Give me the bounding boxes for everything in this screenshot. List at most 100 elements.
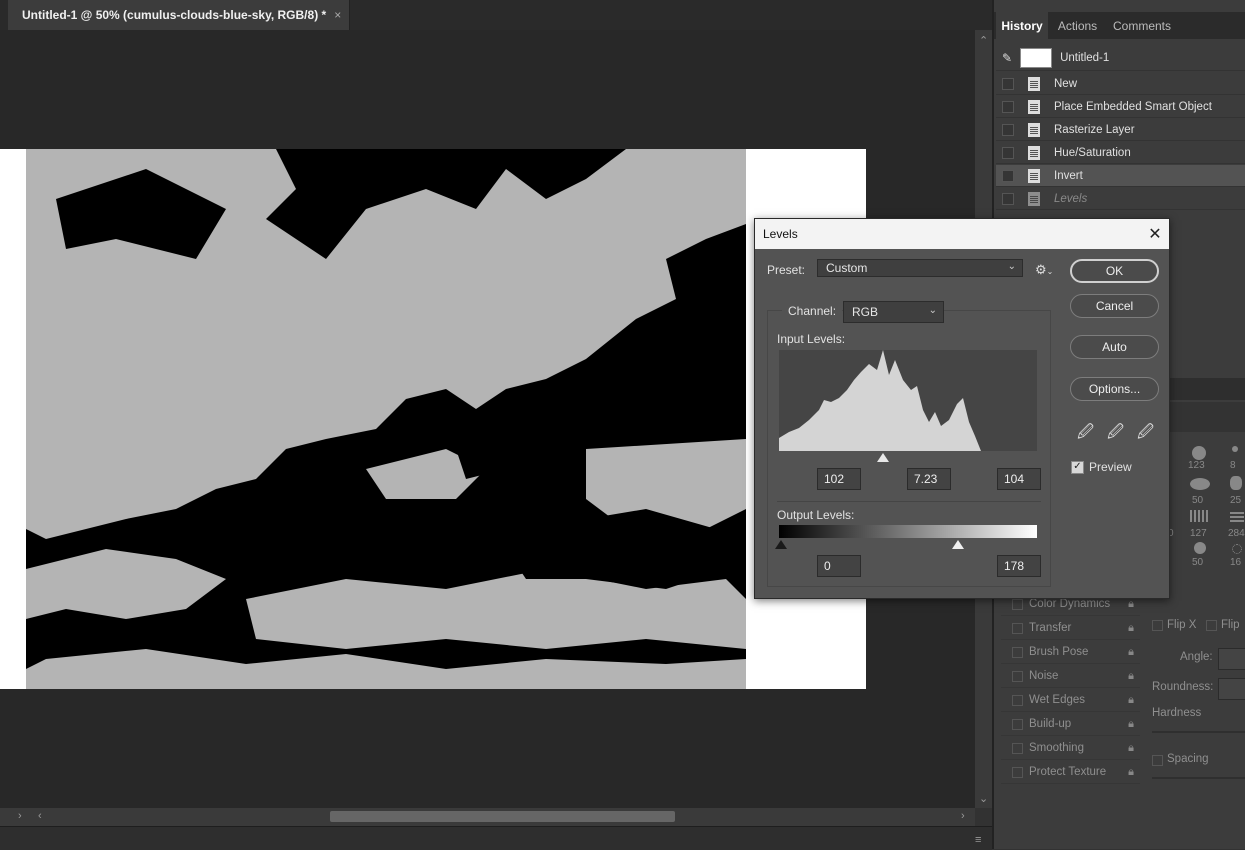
option-checkbox[interactable] — [1012, 622, 1023, 634]
brush-option-brush-pose[interactable]: Brush Pose 🔒︎ — [1001, 641, 1140, 664]
lock-icon[interactable]: 🔒︎ — [1128, 646, 1134, 659]
flip-y-checkbox[interactable] — [1206, 620, 1217, 631]
document-tab[interactable]: Untitled-1 @ 50% (cumulus-clouds-blue-sk… — [8, 0, 350, 30]
history-step[interactable]: Hue/Saturation — [996, 142, 1245, 164]
history-source-checkbox[interactable] — [1002, 100, 1014, 113]
input-gamma-slider-handle[interactable] — [877, 453, 889, 462]
options-button[interactable]: Options... — [1070, 377, 1159, 401]
channel-select[interactable]: RGB ⌄ — [843, 301, 944, 323]
brush-tip-icon[interactable] — [1230, 510, 1244, 522]
history-step[interactable]: Rasterize Layer — [996, 119, 1245, 141]
scroll-right-icon[interactable]: › — [961, 810, 965, 822]
history-source-checkbox[interactable] — [1002, 169, 1014, 182]
history-snapshot[interactable]: ✎ Untitled-1 — [996, 45, 1245, 71]
brush-tip-size: 16 — [1230, 557, 1242, 568]
option-checkbox[interactable] — [1012, 718, 1023, 730]
option-checkbox[interactable] — [1012, 598, 1023, 610]
history-step-label: Levels — [1054, 192, 1088, 205]
brush-option-protect-texture[interactable]: Protect Texture 🔒︎ — [1001, 761, 1140, 784]
brush-option-transfer[interactable]: Transfer 🔒︎ — [1001, 617, 1140, 640]
brush-option-noise[interactable]: Noise 🔒︎ — [1001, 665, 1140, 688]
history-doc-icon — [1028, 145, 1040, 160]
spacing-slider[interactable] — [1152, 777, 1245, 779]
ok-button[interactable]: OK — [1070, 259, 1159, 283]
preset-select[interactable]: Custom ⌄ — [817, 259, 1023, 277]
input-white-field[interactable]: 104 — [997, 468, 1041, 490]
history-source-checkbox[interactable] — [1002, 192, 1014, 205]
history-source-checkbox[interactable] — [1002, 77, 1014, 90]
scroll-down-icon[interactable]: ⌄ — [979, 792, 988, 805]
auto-button[interactable]: Auto — [1070, 335, 1159, 359]
history-source-checkbox[interactable] — [1002, 123, 1014, 136]
chevron-down-icon: ⌄ — [928, 305, 937, 316]
brush-tip-icon[interactable] — [1230, 476, 1242, 490]
history-step[interactable]: New — [996, 73, 1245, 95]
option-label: Brush Pose — [1029, 646, 1089, 658]
black-eyedropper-icon[interactable]: 🖉︎ — [1077, 421, 1094, 448]
panel-menu-icon[interactable]: ≡ — [975, 834, 981, 846]
horizontal-scroll-thumb[interactable] — [330, 811, 675, 822]
brush-tip-icon[interactable] — [1232, 544, 1242, 554]
brush-tip-icon[interactable] — [1192, 446, 1206, 460]
white-eyedropper-icon[interactable]: 🖉︎ — [1137, 421, 1154, 448]
history-brush-icon[interactable]: ✎ — [1002, 51, 1012, 65]
input-gamma-field[interactable]: 7.23 — [907, 468, 951, 490]
history-step-label: Place Embedded Smart Object — [1054, 100, 1212, 113]
lock-icon[interactable]: 🔒︎ — [1128, 670, 1134, 683]
option-checkbox[interactable] — [1012, 670, 1023, 682]
brush-option-smoothing[interactable]: Smoothing 🔒︎ — [1001, 737, 1140, 760]
close-tab-icon[interactable]: × — [334, 8, 341, 22]
output-black-field[interactable]: 0 — [817, 555, 861, 577]
preset-options-gear-icon[interactable]: ⚙︎⌄ — [1035, 262, 1053, 278]
tab-comments[interactable]: Comments — [1106, 12, 1178, 39]
hardness-slider[interactable] — [1152, 731, 1245, 733]
brush-tip-icon[interactable] — [1194, 542, 1206, 554]
canvas-image[interactable] — [26, 149, 746, 689]
lock-icon[interactable]: 🔒︎ — [1128, 742, 1134, 755]
lock-icon[interactable]: 🔒︎ — [1128, 598, 1134, 611]
brush-tip-icon[interactable] — [1190, 478, 1210, 490]
spacing-checkbox[interactable] — [1152, 755, 1163, 766]
brush-tip-icon[interactable] — [1232, 446, 1238, 452]
snapshot-thumbnail — [1020, 47, 1053, 68]
spacing-label: Spacing — [1167, 753, 1209, 765]
option-label: Protect Texture — [1029, 766, 1107, 778]
history-step-label: Hue/Saturation — [1054, 146, 1131, 159]
lock-icon[interactable]: 🔒︎ — [1128, 718, 1134, 731]
roundness-input[interactable] — [1218, 678, 1245, 700]
history-step-pending[interactable]: Levels — [996, 188, 1245, 210]
output-white-slider-handle[interactable] — [952, 540, 964, 549]
option-checkbox[interactable] — [1012, 742, 1023, 754]
close-icon[interactable]: ✕ — [1145, 224, 1165, 244]
output-white-field[interactable]: 178 — [997, 555, 1041, 577]
brush-tip-icon[interactable] — [1190, 510, 1208, 522]
flip-x-checkbox[interactable] — [1152, 620, 1163, 631]
brush-option-wet-edges[interactable]: Wet Edges 🔒︎ — [1001, 689, 1140, 712]
lock-icon[interactable]: 🔒︎ — [1128, 694, 1134, 707]
scroll-up-icon[interactable]: ⌃ — [979, 34, 988, 47]
input-black-field[interactable]: 102 — [817, 468, 861, 490]
lock-icon[interactable]: 🔒︎ — [1128, 766, 1134, 779]
document-tab-title: Untitled-1 @ 50% (cumulus-clouds-blue-sk… — [22, 8, 327, 22]
option-checkbox[interactable] — [1012, 646, 1023, 658]
option-checkbox[interactable] — [1012, 766, 1023, 778]
tab-history[interactable]: History — [996, 12, 1048, 39]
levels-dialog-title[interactable]: Levels — [755, 219, 1169, 249]
cancel-button[interactable]: Cancel — [1070, 294, 1159, 318]
brush-option-build-up[interactable]: Build-up 🔒︎ — [1001, 713, 1140, 736]
gray-eyedropper-icon[interactable]: 🖉︎ — [1107, 421, 1124, 448]
history-step[interactable]: Place Embedded Smart Object — [996, 96, 1245, 118]
tab-actions[interactable]: Actions — [1050, 12, 1105, 39]
brush-tip-size: 127 — [1190, 528, 1207, 539]
output-black-slider-handle[interactable] — [775, 540, 787, 549]
option-checkbox[interactable] — [1012, 694, 1023, 706]
snapshot-label: Untitled-1 — [1060, 51, 1110, 64]
brush-tip-size: 284 — [1228, 528, 1245, 539]
lock-icon[interactable]: 🔒︎ — [1128, 622, 1134, 635]
angle-input[interactable] — [1218, 648, 1245, 670]
preview-checkbox[interactable]: ✓ — [1071, 461, 1084, 474]
history-source-checkbox[interactable] — [1002, 146, 1014, 159]
history-step-selected[interactable]: Invert — [996, 165, 1245, 187]
expand-panel-icon[interactable]: › — [18, 810, 22, 822]
scroll-left-icon[interactable]: ‹ — [38, 810, 42, 822]
